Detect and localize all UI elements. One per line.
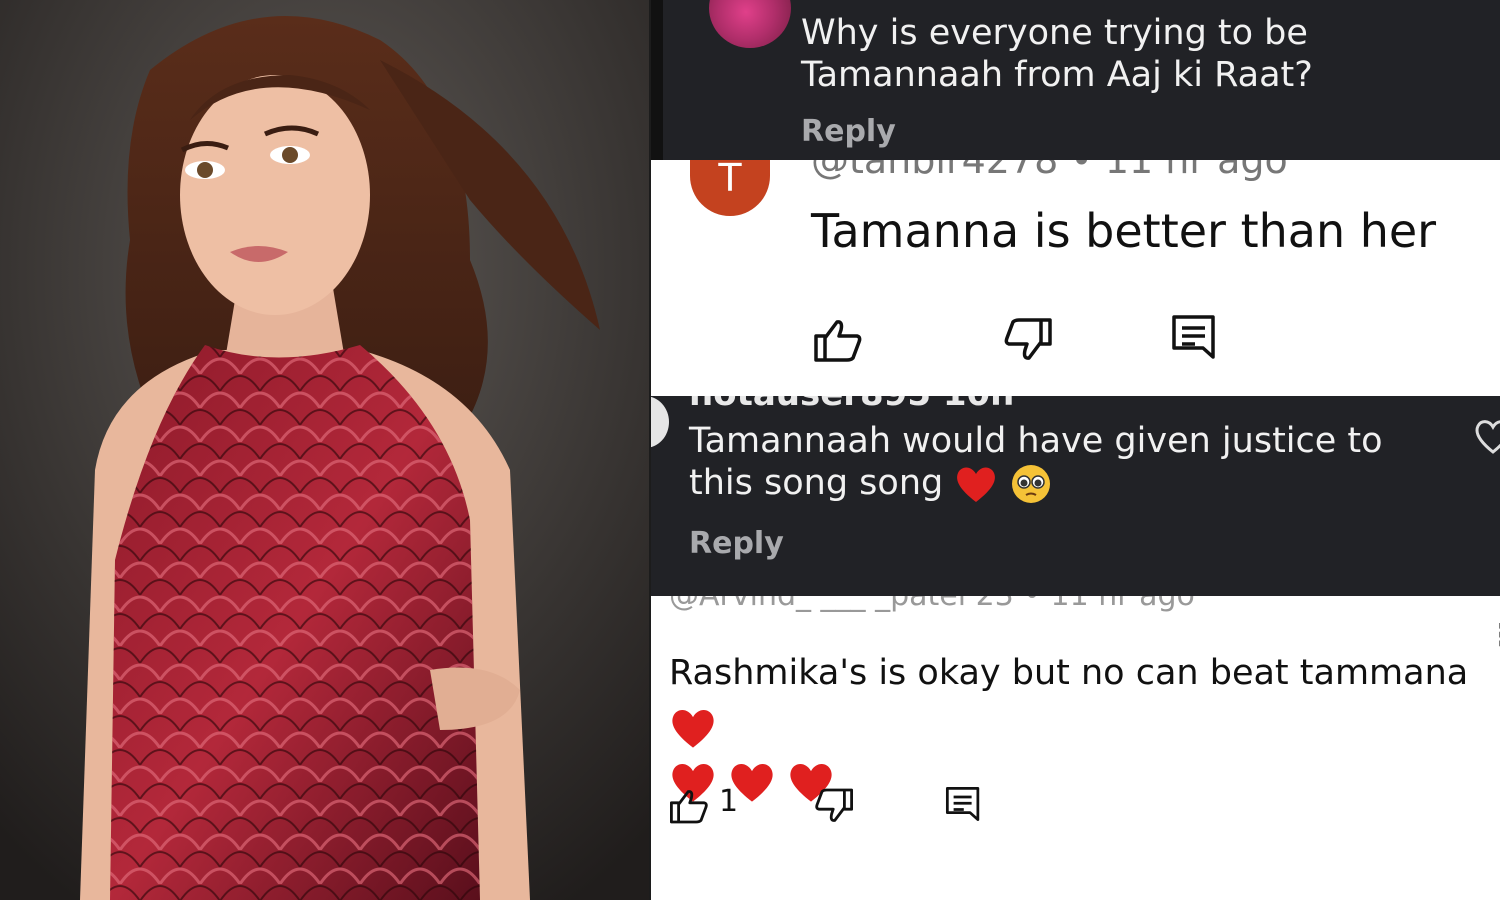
avatar[interactable]: T <box>690 160 770 216</box>
red-heart-icon <box>957 467 996 502</box>
comment-text: Rashmika's is okay but no can beat tamma… <box>669 646 1479 808</box>
comment-text: Tamanna is better than her <box>811 204 1437 258</box>
comment-card-2: T @tanbir4278 • 11 hr ago Tamanna is bet… <box>651 160 1500 396</box>
pleading-face-icon <box>1011 465 1050 503</box>
red-heart-icon <box>672 710 714 748</box>
heart-outline-icon[interactable] <box>1473 416 1500 456</box>
more-options-icon[interactable]: ⋮ <box>1487 618 1500 653</box>
avatar[interactable] <box>651 396 669 448</box>
comment-handle[interactable]: @tanbir4278 • 11 hr ago <box>811 160 1288 182</box>
portrait-photo <box>0 0 649 900</box>
comment-text: Tamannaah would have given justice to th… <box>689 421 1383 503</box>
comment-text-content: Rashmika's is okay but no can beat tamma… <box>669 653 1469 693</box>
comment-card-3: notauser895 10h Tamannaah would have giv… <box>651 396 1500 596</box>
thumbs-up-icon[interactable] <box>669 788 709 824</box>
like-count: 1 <box>719 784 739 819</box>
portrait-illustration <box>0 0 649 900</box>
reply-comment-icon[interactable] <box>1171 314 1217 360</box>
thumbs-up-icon[interactable] <box>813 318 863 362</box>
comment-card-1: Why is everyone trying to be Tamannaah f… <box>651 0 1500 160</box>
reply-button[interactable]: Reply <box>689 526 784 561</box>
avatar[interactable] <box>709 0 791 48</box>
thumbs-down-icon[interactable] <box>814 788 854 824</box>
reply-button[interactable]: Reply <box>801 114 896 149</box>
comment-text: Why is everyone trying to be Tamannaah f… <box>801 13 1313 95</box>
comment-handle[interactable]: notauser895 10h <box>689 396 1014 414</box>
comment-card-4: @Arvind_ ___ _patel 23 • 11 hr ago ⋮ Ras… <box>651 596 1500 900</box>
thumbs-down-icon[interactable] <box>1003 318 1053 362</box>
comment-handle[interactable]: @Arvind_ ___ _patel 23 • 11 hr ago <box>669 596 1195 613</box>
reply-comment-icon[interactable] <box>945 784 981 824</box>
